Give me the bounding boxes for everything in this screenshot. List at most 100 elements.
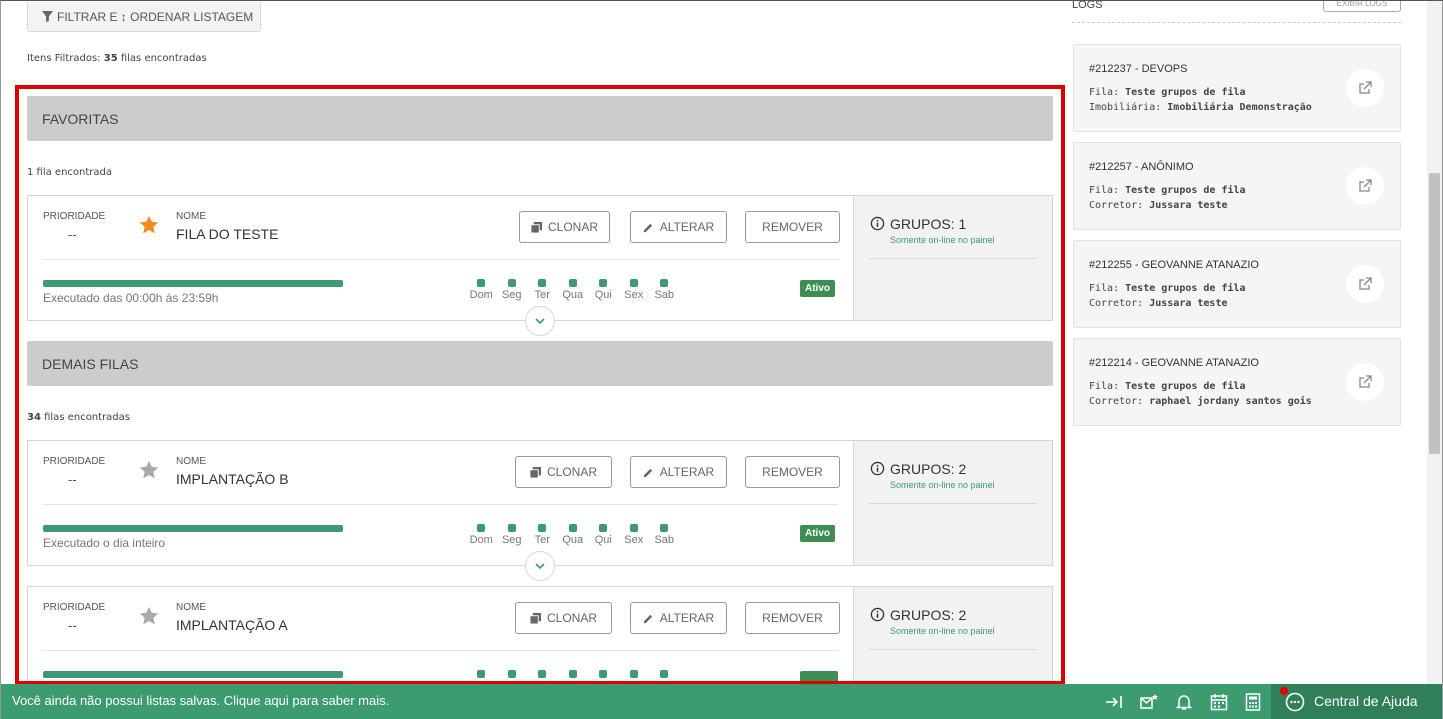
remove-button[interactable]: REMOVER <box>745 456 840 488</box>
open-log-button[interactable] <box>1346 265 1384 303</box>
chevron-down-icon <box>535 318 545 325</box>
divider <box>43 650 838 651</box>
saved-lists-message[interactable]: Você ainda não possui listas salvas. Cli… <box>12 693 389 708</box>
copy-icon <box>530 221 542 233</box>
expand-button[interactable] <box>525 306 555 336</box>
log-title: #212237 - DEVOPS <box>1089 63 1188 75</box>
priority-value: -- <box>68 227 77 242</box>
clone-button[interactable]: CLONAR <box>515 602 612 634</box>
logs-title: LOGS <box>1072 0 1103 11</box>
priority-value: -- <box>68 618 77 633</box>
bell-icon[interactable] <box>1174 692 1194 712</box>
log-queue: Fila: Teste grupos de fila <box>1089 87 1246 98</box>
status-badge: Ativo <box>800 280 835 297</box>
groups-note: Somente on-line no painel <box>890 235 995 245</box>
divider <box>869 503 1037 504</box>
filter-sort-button[interactable]: FILTRAR E ↕ ORDENAR LISTAGEM <box>27 2 261 32</box>
day-sab: Sab <box>649 279 680 301</box>
groups-panel: GRUPOS: 1 Somente on-line no painel <box>853 196 1052 320</box>
queue-card: PRIORIDADE -- NOME FILA DO TESTE CLONAR … <box>27 195 1053 336</box>
copy-icon <box>529 612 541 624</box>
external-link-icon <box>1359 277 1372 290</box>
open-log-button[interactable] <box>1346 167 1384 205</box>
edit-button[interactable]: ALTERAR <box>630 602 727 634</box>
clone-button[interactable]: CLONAR <box>519 211 610 243</box>
collapse-right-icon[interactable] <box>1104 692 1124 712</box>
log-detail: Corretor: Jussara teste <box>1089 298 1228 309</box>
section-count: 34 filas encontradas <box>27 412 130 423</box>
help-center-button[interactable]: Central de Ajuda <box>1271 684 1442 719</box>
day-ter: Ter <box>527 524 558 546</box>
chat-bubble-icon <box>1285 692 1305 712</box>
favorite-star-icon[interactable] <box>138 459 160 481</box>
day-qua: Qua <box>558 524 589 546</box>
favorite-star-icon[interactable] <box>138 214 160 236</box>
queue-card: PRIORIDADE -- NOME IMPLANTAÇÃO B CLONAR … <box>27 440 1053 581</box>
section-count: 1 fila encontrada <box>27 167 113 178</box>
expand-button[interactable] <box>525 551 555 581</box>
log-entry: #212237 - DEVOPS Fila: Teste grupos de f… <box>1073 44 1401 132</box>
mail-star-icon[interactable] <box>1139 692 1159 712</box>
day-sex: Sex <box>619 524 650 546</box>
weekdays: Dom Seg Ter Qua Qui Sex Sab <box>466 279 680 301</box>
scrollbar-thumb[interactable] <box>1429 173 1440 454</box>
divider <box>869 258 1037 259</box>
edit-button[interactable]: ALTERAR <box>630 211 727 243</box>
groups-panel: GRUPOS: 2 Somente on-line no painel <box>853 587 1052 681</box>
external-link-icon <box>1359 375 1372 388</box>
divider <box>43 504 838 505</box>
day-ter <box>527 670 558 680</box>
calendar-icon[interactable] <box>1209 692 1229 712</box>
log-detail: Corretor: raphael jordany santos gois <box>1089 396 1312 407</box>
day-qui: Qui <box>588 279 619 301</box>
queue-name: FILA DO TESTE <box>176 226 279 242</box>
chevron-down-icon <box>535 563 545 570</box>
log-entry: #212255 - GEOVANNE ATANAZIO Fila: Teste … <box>1073 240 1401 328</box>
copy-icon <box>529 466 541 478</box>
groups-note: Somente on-line no painel <box>890 480 995 490</box>
name-label: NOME <box>176 211 206 222</box>
log-entry: #212257 - ANÔNIMO Fila: Teste grupos de … <box>1073 142 1401 230</box>
favorite-star-icon[interactable] <box>138 605 160 627</box>
log-entry: #212214 - GEOVANNE ATANAZIO Fila: Teste … <box>1073 338 1401 426</box>
priority-label: PRIORIDADE <box>43 456 106 467</box>
pencil-icon <box>643 223 652 232</box>
weekdays: Dom Seg Ter Qua Qui Sex Sab <box>466 524 680 546</box>
day-dom: Dom <box>466 524 497 546</box>
log-title: #212257 - ANÔNIMO <box>1089 161 1194 173</box>
priority-label: PRIORIDADE <box>43 211 106 222</box>
queue-list: FAVORITAS 1 fila encontrada PRIORIDADE -… <box>27 96 1053 681</box>
log-detail: Corretor: Jussara teste <box>1089 200 1228 211</box>
groups-note: Somente on-line no painel <box>890 626 995 636</box>
info-icon <box>870 216 885 231</box>
section-header-demais-filas: DEMAIS FILAS <box>27 341 1053 386</box>
log-queue: Fila: Teste grupos de fila <box>1089 283 1246 294</box>
log-title: #212214 - GEOVANNE ATANAZIO <box>1089 357 1259 369</box>
day-qua: Qua <box>558 279 589 301</box>
calculator-icon[interactable] <box>1243 692 1263 712</box>
priority-label: PRIORIDADE <box>43 602 106 613</box>
pencil-icon <box>643 614 652 623</box>
show-logs-button[interactable]: EXIBIR LOGS <box>1323 1 1401 12</box>
edit-button[interactable]: ALTERAR <box>630 456 727 488</box>
log-title: #212255 - GEOVANNE ATANAZIO <box>1089 259 1259 271</box>
highlight-frame: FAVORITAS 1 fila encontrada PRIORIDADE -… <box>15 85 1065 685</box>
day-qui: Qui <box>588 524 619 546</box>
queue-name: IMPLANTAÇÃO B <box>176 471 289 487</box>
day-sex <box>619 670 650 680</box>
day-ter: Ter <box>527 279 558 301</box>
open-log-button[interactable] <box>1346 363 1384 401</box>
queue-card: PRIORIDADE -- NOME IMPLANTAÇÃO A CLONAR … <box>27 586 1053 681</box>
day-sab: Sab <box>649 524 680 546</box>
filter-sort-label: FILTRAR E ↕ ORDENAR LISTAGEM <box>57 9 254 24</box>
open-log-button[interactable] <box>1346 69 1384 107</box>
name-label: NOME <box>176 602 206 613</box>
day-seg <box>497 670 528 680</box>
remove-button[interactable]: REMOVER <box>745 602 840 634</box>
weekdays <box>466 670 680 680</box>
clone-button[interactable]: CLONAR <box>515 456 612 488</box>
remove-button[interactable]: REMOVER <box>745 211 840 243</box>
info-icon <box>870 461 885 476</box>
log-queue: Fila: Teste grupos de fila <box>1089 381 1246 392</box>
name-label: NOME <box>176 456 206 467</box>
